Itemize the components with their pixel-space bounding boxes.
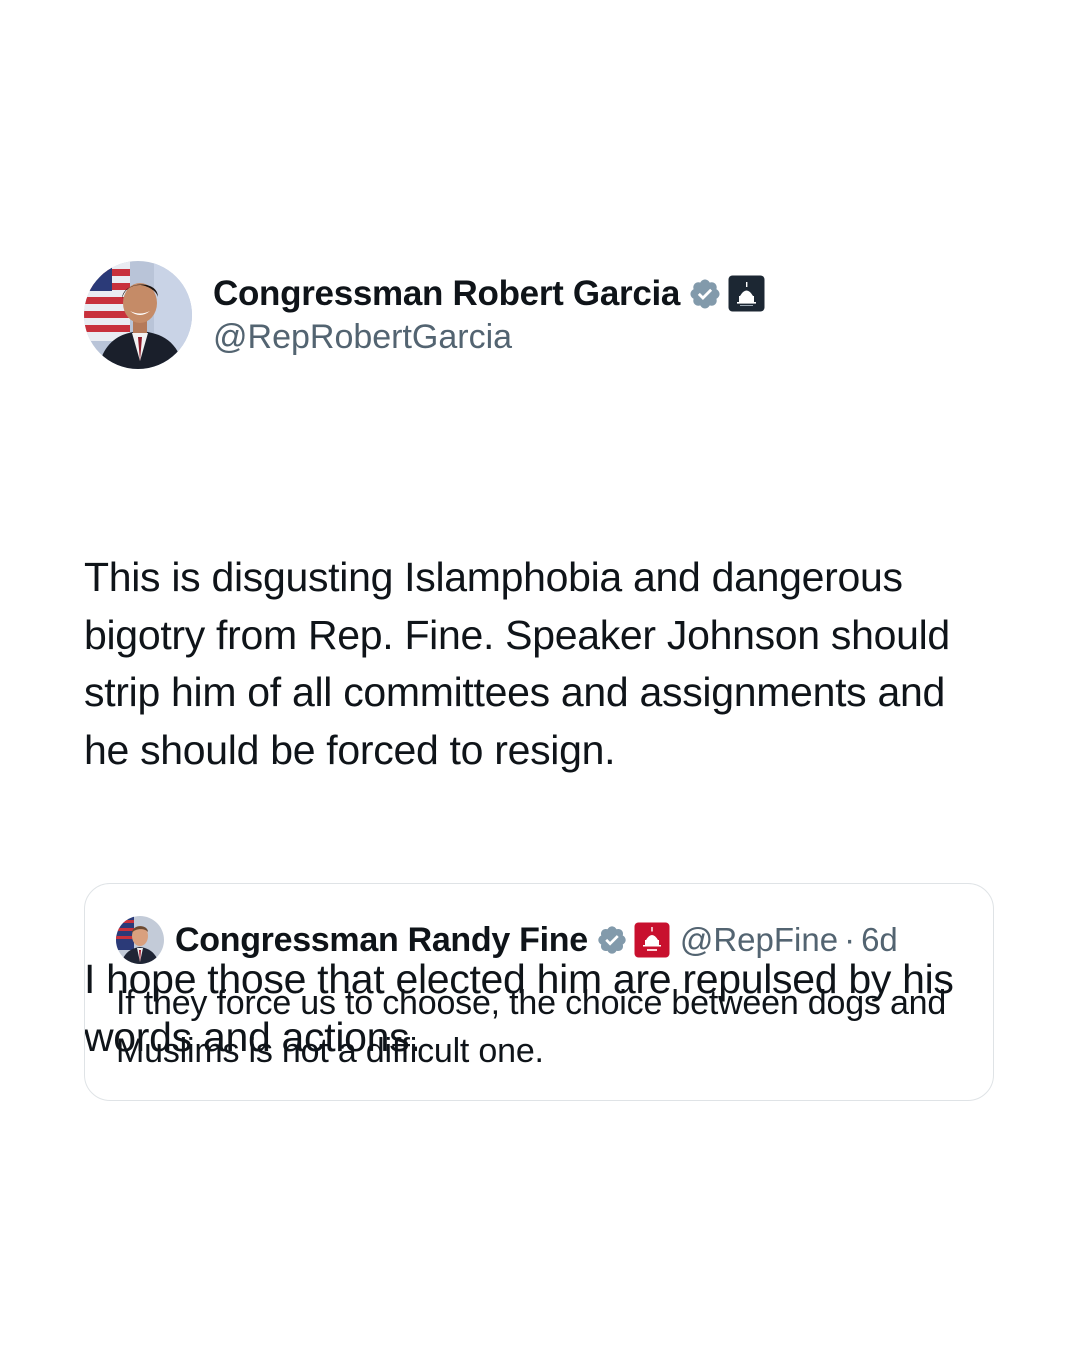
- author-avatar[interactable]: [84, 261, 192, 369]
- quoted-author-avatar[interactable]: [116, 916, 164, 964]
- author-display-name[interactable]: Congressman Robert Garcia: [213, 274, 680, 314]
- author-handle[interactable]: @RepRobertGarcia: [213, 318, 765, 357]
- separator-dot: ·: [844, 921, 856, 958]
- us-capitol-badge-icon: [728, 275, 765, 312]
- quoted-tweet-header: Congressman Randy Fine @RepFine · 6d: [116, 914, 898, 966]
- verified-badge-icon: [596, 924, 628, 956]
- tweet-header: Congressman Robert Garcia @RepRobertGarc…: [84, 260, 996, 370]
- verified-badge-icon: [688, 277, 722, 311]
- quoted-tweet-card[interactable]: Congressman Randy Fine @RepFine · 6d If …: [84, 883, 994, 1101]
- quoted-author-display-name[interactable]: Congressman Randy Fine: [175, 921, 588, 960]
- quoted-avatar-photo-icon: [116, 916, 164, 964]
- tweet-paragraph: This is disgusting Islamphobia and dange…: [84, 554, 961, 773]
- avatar-photo-icon: [84, 261, 192, 369]
- gop-capitol-badge-icon: [634, 922, 670, 958]
- quoted-tweet-text: If they force us to choose, the choice b…: [116, 984, 947, 1070]
- quoted-author-handle[interactable]: @RepFine: [680, 921, 838, 959]
- quoted-tweet-timestamp[interactable]: 6d: [861, 921, 898, 959]
- author-identity: Congressman Robert Garcia @RepRobertGarc…: [213, 272, 765, 357]
- author-name-row: Congressman Robert Garcia: [213, 272, 765, 316]
